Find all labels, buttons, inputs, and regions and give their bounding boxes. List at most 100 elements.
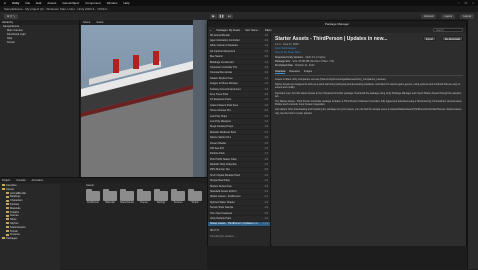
tab-releases[interactable]: Releases (289, 70, 299, 74)
package-list-item[interactable]: Starter Assets - ThirdPerson | Updates i… (208, 221, 270, 228)
tab-images[interactable]: Images (304, 70, 312, 74)
apple-icon[interactable]: ● (4, 1, 6, 5)
asset-item[interactable]: Settings (152, 189, 170, 204)
folder-label: Favorites (6, 184, 17, 187)
tab-project[interactable]: Project (2, 178, 10, 183)
folder-icon (6, 203, 9, 206)
step-icon[interactable]: ▸| (226, 13, 233, 19)
tab-console[interactable]: Console (16, 178, 26, 183)
folder-label: Scenes (10, 214, 19, 218)
package-name: Starter Assets - FirstPerson (210, 195, 241, 199)
menu-gameobject[interactable]: GameObject (62, 1, 79, 5)
menu-help[interactable]: Help (123, 1, 129, 5)
package-version-label: 1.0 (264, 173, 268, 177)
package-version-label: 1.0 (264, 211, 268, 215)
package-version-label: 2.1 (264, 130, 268, 134)
package-version-label: 1.1 (264, 76, 268, 80)
asset-label: Scripts (191, 202, 199, 204)
unity-toolbar: ✥ ⟲ ⤡ ▶ ❚❚ ▸| Account Layers Layout (0, 12, 478, 20)
package-name: Starter Assets - ThirdPerson | Updates i… (210, 222, 260, 226)
transform-tools[interactable]: ✥ ⟲ ⤡ (4, 13, 18, 19)
folder-label: Packages (6, 237, 18, 241)
asset-item[interactable]: Materials (101, 189, 119, 204)
package-detail-panel: Starter Assets - ThirdPerson | Updates i… (272, 33, 466, 246)
package-name: Character Controller Pro (210, 66, 238, 70)
sort-dropdown[interactable]: Sort: Name ↓ (245, 29, 260, 32)
ship-funnel (133, 55, 139, 69)
redownload-button[interactable]: Re-Download (441, 36, 463, 41)
scene-view[interactable]: Scene Game (81, 20, 193, 177)
asset-label: StarterAssets (120, 202, 134, 204)
tab-animation[interactable]: Animation (32, 178, 44, 183)
package-manager-window: Package Manager + Packages: My Assets So… (207, 20, 467, 246)
menu-component[interactable]: Component (85, 1, 101, 5)
package-version-label: 1.0 (264, 98, 268, 102)
package-version-label: 1.0 (264, 179, 268, 183)
asset-item[interactable]: FirstPerson (84, 189, 102, 204)
battery-icon[interactable]: ▭ (464, 1, 467, 5)
filters-dropdown[interactable]: Filters (265, 29, 272, 32)
package-version-label: 1.0 (264, 114, 268, 118)
asset-item[interactable]: Textures (169, 189, 187, 204)
hierarchy-row[interactable]: Terrain (0, 41, 79, 45)
package-version-label: 1.3 (264, 87, 268, 91)
folder-icon (6, 214, 9, 217)
ship-funnel (113, 59, 119, 73)
hierarchy-panel: Hierarchy SampleScene Main Camera Direct… (0, 20, 80, 177)
game-view-strip[interactable] (193, 20, 207, 177)
package-publisher[interactable]: Unity Technologies (275, 47, 463, 50)
project-tabs: Project Console Animation (0, 178, 207, 183)
asset-item[interactable]: Scenes (135, 189, 153, 204)
description-paragraph: The Starter Assets - Third Person Contro… (275, 100, 463, 107)
package-version-label: 1.0 (264, 103, 268, 107)
menu-file[interactable]: File (25, 1, 30, 5)
folder-tree-item[interactable]: Packages (0, 237, 60, 241)
inspector-panel-edge[interactable] (467, 20, 478, 269)
wifi-icon[interactable]: ◔ (458, 1, 460, 5)
search-icon[interactable]: ⌕ (472, 1, 474, 5)
package-name: Fantasy Forest Environment (210, 87, 242, 91)
add-package-button[interactable]: + (210, 29, 211, 32)
menu-assets[interactable]: Assets (47, 1, 56, 5)
description-paragraph: Important note: Find the latest release … (275, 91, 462, 98)
menu-window[interactable]: Window (107, 1, 118, 5)
menu-edit[interactable]: Edit (36, 1, 41, 5)
package-name: Old Sea Port (210, 146, 225, 150)
tab-overview[interactable]: Overview (275, 70, 286, 74)
packages-scope-dropdown[interactable]: Packages: My Assets (216, 29, 240, 32)
layers-dropdown[interactable]: Layers (441, 13, 456, 19)
asset-item[interactable]: StarterAssets (118, 189, 136, 204)
package-name: AZ Cartoon Movement (210, 49, 236, 53)
package-name: Particle Pack (210, 152, 225, 156)
import-button[interactable]: Import (422, 36, 436, 41)
package-name: Agent Animation Controller (210, 39, 240, 43)
folder-icon (6, 210, 9, 213)
account-button[interactable]: Account (421, 13, 437, 19)
folder-label: StarterAssets (10, 225, 26, 229)
folder-icon (2, 188, 5, 191)
package-name: Horse Animset Pro (210, 109, 231, 113)
package-name: Low Poly Weapons (210, 119, 232, 123)
package-version-label: 1.0 (264, 71, 268, 75)
app-name[interactable]: Unity (12, 1, 20, 5)
purchased-date: Purchased Date October 21, 2022 (275, 64, 315, 67)
package-name: Skybox Series Free (210, 184, 232, 188)
folder-label: Skybox (10, 221, 19, 225)
pause-icon[interactable]: ❚❚ (218, 13, 225, 19)
layout-dropdown[interactable]: Layout (460, 13, 474, 19)
package-version-label: 1.0 (264, 125, 268, 129)
package-search-input[interactable]: Search (433, 28, 463, 32)
description-paragraph: Starter Assets are designed to work as a… (275, 83, 461, 90)
asset-item[interactable]: Scripts (186, 189, 204, 204)
package-version-label: 1.0 (264, 136, 268, 140)
package-name: Bee Swarm (210, 55, 223, 59)
package-version-label: 1.1 (264, 195, 268, 199)
folder-icon (188, 189, 202, 201)
package-version-label: 2.0 (264, 55, 268, 59)
package-name: Cinemachine Extras (210, 71, 233, 75)
package-name: Classic Skybox Free (210, 76, 233, 80)
package-version-label: 1.1 (264, 60, 268, 64)
package-name: Unity Particle Pack (210, 216, 231, 220)
asset-store-link[interactable]: View in the Asset Store (275, 51, 463, 54)
play-icon[interactable]: ▶ (210, 13, 217, 19)
